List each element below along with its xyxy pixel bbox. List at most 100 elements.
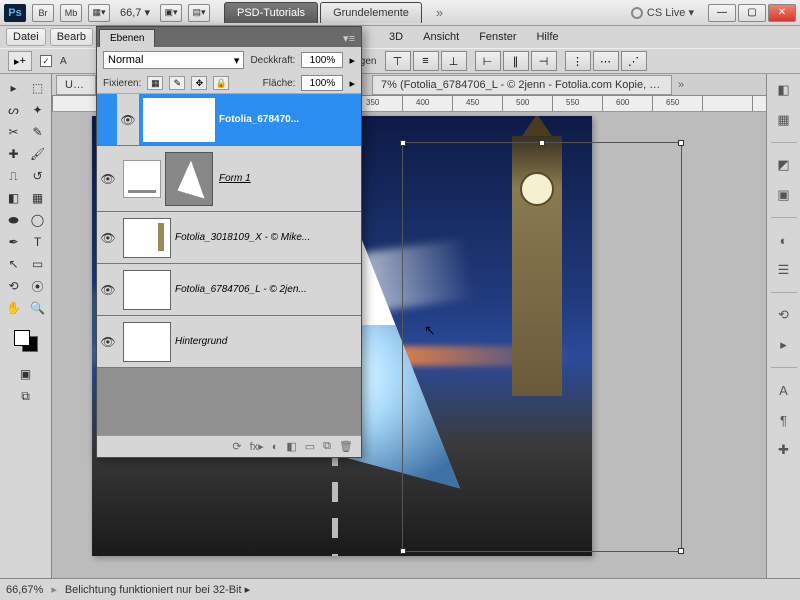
camera-tool[interactable]: ⦿ <box>27 276 49 296</box>
menu-datei[interactable]: Datei <box>6 28 46 46</box>
lock-position-icon[interactable]: ✥ <box>191 76 207 90</box>
lock-transparent-icon[interactable]: ▦ <box>147 76 163 90</box>
lock-pixels-icon[interactable]: ✎ <box>169 76 185 90</box>
layer-name[interactable]: Fotolia_3018109_X - © Mike... <box>175 232 361 243</box>
styles-panel-icon[interactable]: ◐ <box>773 230 795 250</box>
handle-bl[interactable] <box>400 548 406 554</box>
character-panel-icon[interactable]: A <box>773 380 795 400</box>
menu-hilfe[interactable]: Hilfe <box>528 29 566 45</box>
lock-all-icon[interactable]: 🔒 <box>213 76 229 90</box>
dist-1-icon[interactable]: ⋮ <box>565 51 591 71</box>
mask-icon[interactable]: ◐ <box>272 441 279 453</box>
menu-fenster[interactable]: Fenster <box>471 29 524 45</box>
layer-thumbnail[interactable] <box>123 270 171 310</box>
align-vcenter-icon[interactable]: ≡ <box>413 51 439 71</box>
layer-thumbnail[interactable] <box>143 98 215 142</box>
actions-panel-icon[interactable]: ▸ <box>773 335 795 355</box>
minibridge-button[interactable]: Mb <box>60 4 82 22</box>
panel-menu-icon[interactable]: ▾≡ <box>337 30 361 47</box>
blur-tool[interactable]: ⬬ <box>3 210 25 230</box>
workspace-tab-grundelemente[interactable]: Grundelemente <box>320 2 422 23</box>
doc-tab-1[interactable]: Unbe <box>56 75 96 95</box>
history-panel-icon[interactable]: ⟲ <box>773 305 795 325</box>
marquee-tool[interactable]: ⬚ <box>27 78 49 98</box>
paragraph-panel-icon[interactable]: ¶ <box>773 410 795 430</box>
heal-tool[interactable]: ✚ <box>3 144 25 164</box>
layer-name[interactable]: Fotolia_6784706_L - © 2jen... <box>175 284 361 295</box>
zoom-level[interactable]: 66,7 ▾ <box>116 6 154 19</box>
dist-2-icon[interactable]: ⋯ <box>593 51 619 71</box>
history-brush-tool[interactable]: ↺ <box>27 166 49 186</box>
maximize-button[interactable]: ▢ <box>738 4 766 22</box>
new-layer-icon[interactable]: ⧉ <box>323 440 331 453</box>
layers-panel-icon[interactable]: ☰ <box>773 260 795 280</box>
minimize-button[interactable]: — <box>708 4 736 22</box>
status-zoom[interactable]: 66,67% <box>6 584 43 596</box>
close-button[interactable]: ✕ <box>768 4 796 22</box>
vector-mask-thumbnail[interactable] <box>165 152 213 206</box>
menu-bearbeiten[interactable]: Bearb <box>50 28 93 46</box>
foreground-swatch[interactable] <box>14 330 30 346</box>
screenmode-tool[interactable]: ⧉ <box>15 386 37 406</box>
dodge-tool[interactable]: ◯ <box>27 210 49 230</box>
stamp-tool[interactable]: ⎍ <box>3 166 25 186</box>
align-top-icon[interactable]: ⊤ <box>385 51 411 71</box>
pen-tool[interactable]: ✒ <box>3 232 25 252</box>
layers-tab[interactable]: Ebenen <box>99 29 155 47</box>
color-swatches[interactable] <box>14 330 38 352</box>
info-panel-icon[interactable]: ✚ <box>773 440 795 460</box>
bridge-button[interactable]: Br <box>32 4 54 22</box>
masks-panel-icon[interactable]: ▣ <box>773 185 795 205</box>
visibility-icon[interactable]: 👁 <box>97 335 119 349</box>
shape-tool[interactable]: ▭ <box>27 254 49 274</box>
zoom-tool[interactable]: 🔍 <box>27 298 49 318</box>
doc-tab-2[interactable]: 7% (Fotolia_6784706_L - © 2jenn - Fotoli… <box>372 75 672 95</box>
type-tool[interactable]: T <box>27 232 49 252</box>
adjustment-icon[interactable]: ◧ <box>286 440 296 453</box>
adjustments-panel-icon[interactable]: ◩ <box>773 155 795 175</box>
layers-list[interactable]: 👁 Fotolia_678470... 👁 Form 1 👁 Fotolia_3… <box>97 94 361 435</box>
group-icon[interactable]: ▭ <box>305 440 315 453</box>
workspace-tab-psdtutorials[interactable]: PSD-Tutorials <box>224 2 318 23</box>
layer-name[interactable]: Hintergrund <box>175 336 361 347</box>
align-left-icon[interactable]: ⊢ <box>475 51 501 71</box>
menu-ansicht[interactable]: Ansicht <box>415 29 467 45</box>
dist-3-icon[interactable]: ⋰ <box>621 51 647 71</box>
cs-live[interactable]: CS Live ▾ <box>631 6 694 19</box>
layer-row[interactable]: 👁 Form 1 <box>97 146 361 212</box>
hand-tool[interactable]: ✋ <box>3 298 25 318</box>
crop-tool[interactable]: ✂ <box>3 122 25 142</box>
lasso-tool[interactable]: ᔕ <box>3 100 25 120</box>
doc-tabs-more-icon[interactable]: » <box>678 79 684 91</box>
layer-row[interactable]: 👁 Fotolia_6784706_L - © 2jen... <box>97 264 361 316</box>
3d-tool[interactable]: ⟲ <box>3 276 25 296</box>
link-layers-icon[interactable]: ⟳ <box>232 440 241 453</box>
layers-panel[interactable]: Ebenen ▾≡ Normal▾ Deckkraft: 100% ▸ Fixi… <box>96 26 362 458</box>
opacity-flyout-icon[interactable]: ▸ <box>349 54 355 67</box>
opacity-input[interactable]: 100% <box>301 52 343 68</box>
screenmode-button[interactable]: ▦▾ <box>88 4 110 22</box>
layer-row[interactable]: 👁 Fotolia_3018109_X - © Mike... <box>97 212 361 264</box>
layer-row[interactable]: 👁 Hintergrund <box>97 316 361 368</box>
align-right-icon[interactable]: ⊣ <box>531 51 557 71</box>
trash-icon[interactable]: 🗑 <box>339 440 353 453</box>
brush-tool[interactable]: 🖌 <box>27 144 49 164</box>
autoselect-checkbox[interactable]: ✓ <box>40 55 52 67</box>
eyedropper-tool[interactable]: ✎ <box>27 122 49 142</box>
layer-name[interactable]: Form 1 <box>219 173 361 184</box>
status-message[interactable]: Belichtung funktioniert nur bei 32-Bit ▸ <box>65 583 250 596</box>
fill-input[interactable]: 100% <box>301 75 343 91</box>
visibility-icon[interactable]: 👁 <box>97 283 119 297</box>
visibility-icon[interactable]: 👁 <box>97 172 119 186</box>
extras-button[interactable]: ▤▾ <box>188 4 210 22</box>
align-bottom-icon[interactable]: ⊥ <box>441 51 467 71</box>
handle-tl[interactable] <box>400 140 406 146</box>
move-tool[interactable]: ▸ <box>3 78 25 98</box>
layer-row[interactable]: 👁 Fotolia_678470... <box>97 94 361 146</box>
shape-fill-thumbnail[interactable] <box>123 160 161 198</box>
blend-mode-select[interactable]: Normal▾ <box>103 51 244 69</box>
layer-name[interactable]: Fotolia_678470... <box>219 114 361 125</box>
path-select-tool[interactable]: ↖ <box>3 254 25 274</box>
layer-thumbnail[interactable] <box>123 322 171 362</box>
handle-tr[interactable] <box>678 140 684 146</box>
